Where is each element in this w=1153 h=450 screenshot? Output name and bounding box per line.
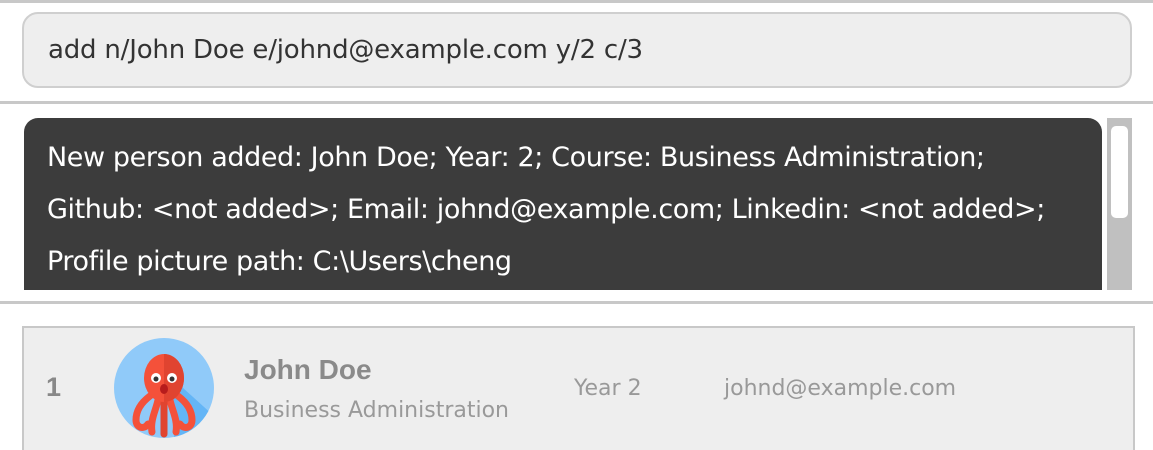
person-index: 1: [46, 372, 62, 402]
command-input[interactable]: [48, 35, 1108, 65]
command-result-divider: [0, 101, 1153, 104]
person-email: johnd@example.com: [724, 376, 957, 401]
person-course: Business Administration: [244, 398, 509, 423]
result-scrollbar-thumb[interactable]: [1111, 126, 1128, 218]
person-year: Year 2: [574, 376, 642, 401]
person-name: John Doe: [244, 354, 372, 385]
command-box[interactable]: [22, 12, 1132, 88]
result-display-panel: New person added: John Doe; Year: 2; Cou…: [24, 118, 1132, 290]
person-card[interactable]: 1 John Doe Business Administration Year …: [22, 326, 1135, 450]
top-divider: [0, 0, 1153, 3]
app-window: New person added: John Doe; Year: 2; Cou…: [0, 0, 1153, 450]
result-display: New person added: John Doe; Year: 2; Cou…: [24, 118, 1102, 290]
octopus-avatar-icon: [114, 338, 214, 438]
result-list-divider: [0, 301, 1153, 304]
result-message: New person added: John Doe; Year: 2; Cou…: [47, 142, 1045, 277]
result-scrollbar[interactable]: [1107, 118, 1132, 290]
